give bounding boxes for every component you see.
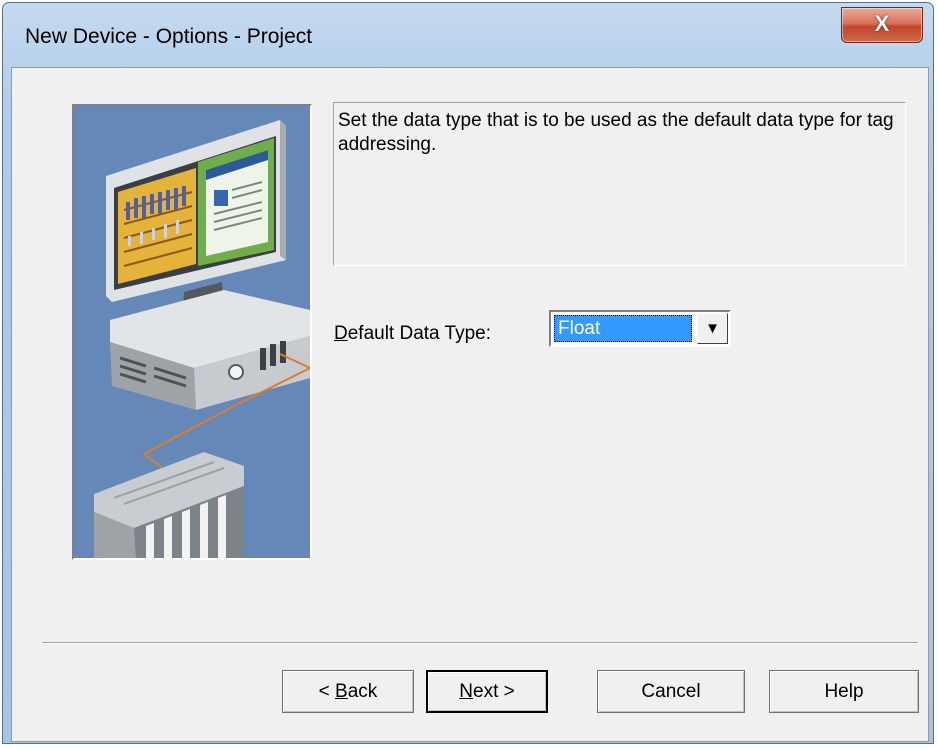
back-prefix: <	[318, 681, 336, 702]
back-accelerator: B	[335, 681, 348, 702]
default-data-type-label: Default Data Type:	[334, 323, 491, 345]
label-accelerator: D	[334, 323, 348, 344]
back-button[interactable]: < Back	[282, 670, 414, 713]
cancel-button[interactable]: Cancel	[597, 670, 745, 713]
back-rest: ack	[347, 681, 378, 702]
description-box: Set the data type that is to be used as …	[333, 102, 906, 266]
window-title: New Device - Options - Project	[25, 25, 313, 48]
dialog-client-area: Set the data type that is to be used as …	[11, 67, 929, 742]
selected-value: Float	[554, 315, 692, 342]
next-button[interactable]: Next >	[426, 670, 548, 713]
close-icon: X	[874, 11, 890, 36]
wizard-illustration	[72, 104, 312, 560]
button-separator	[42, 642, 918, 644]
help-button[interactable]: Help	[769, 670, 919, 713]
close-button[interactable]: X	[841, 7, 923, 43]
dropdown-arrow-icon[interactable]: ▼	[697, 313, 728, 344]
computer-plc-illustration	[74, 106, 310, 558]
dialog-window: New Device - Options - Project X Set the…	[2, 2, 934, 744]
next-accelerator: N	[459, 681, 473, 702]
default-data-type-select[interactable]: Float ▼	[549, 310, 731, 347]
label-text: efault Data Type:	[347, 323, 492, 344]
next-rest: ext >	[473, 681, 515, 702]
